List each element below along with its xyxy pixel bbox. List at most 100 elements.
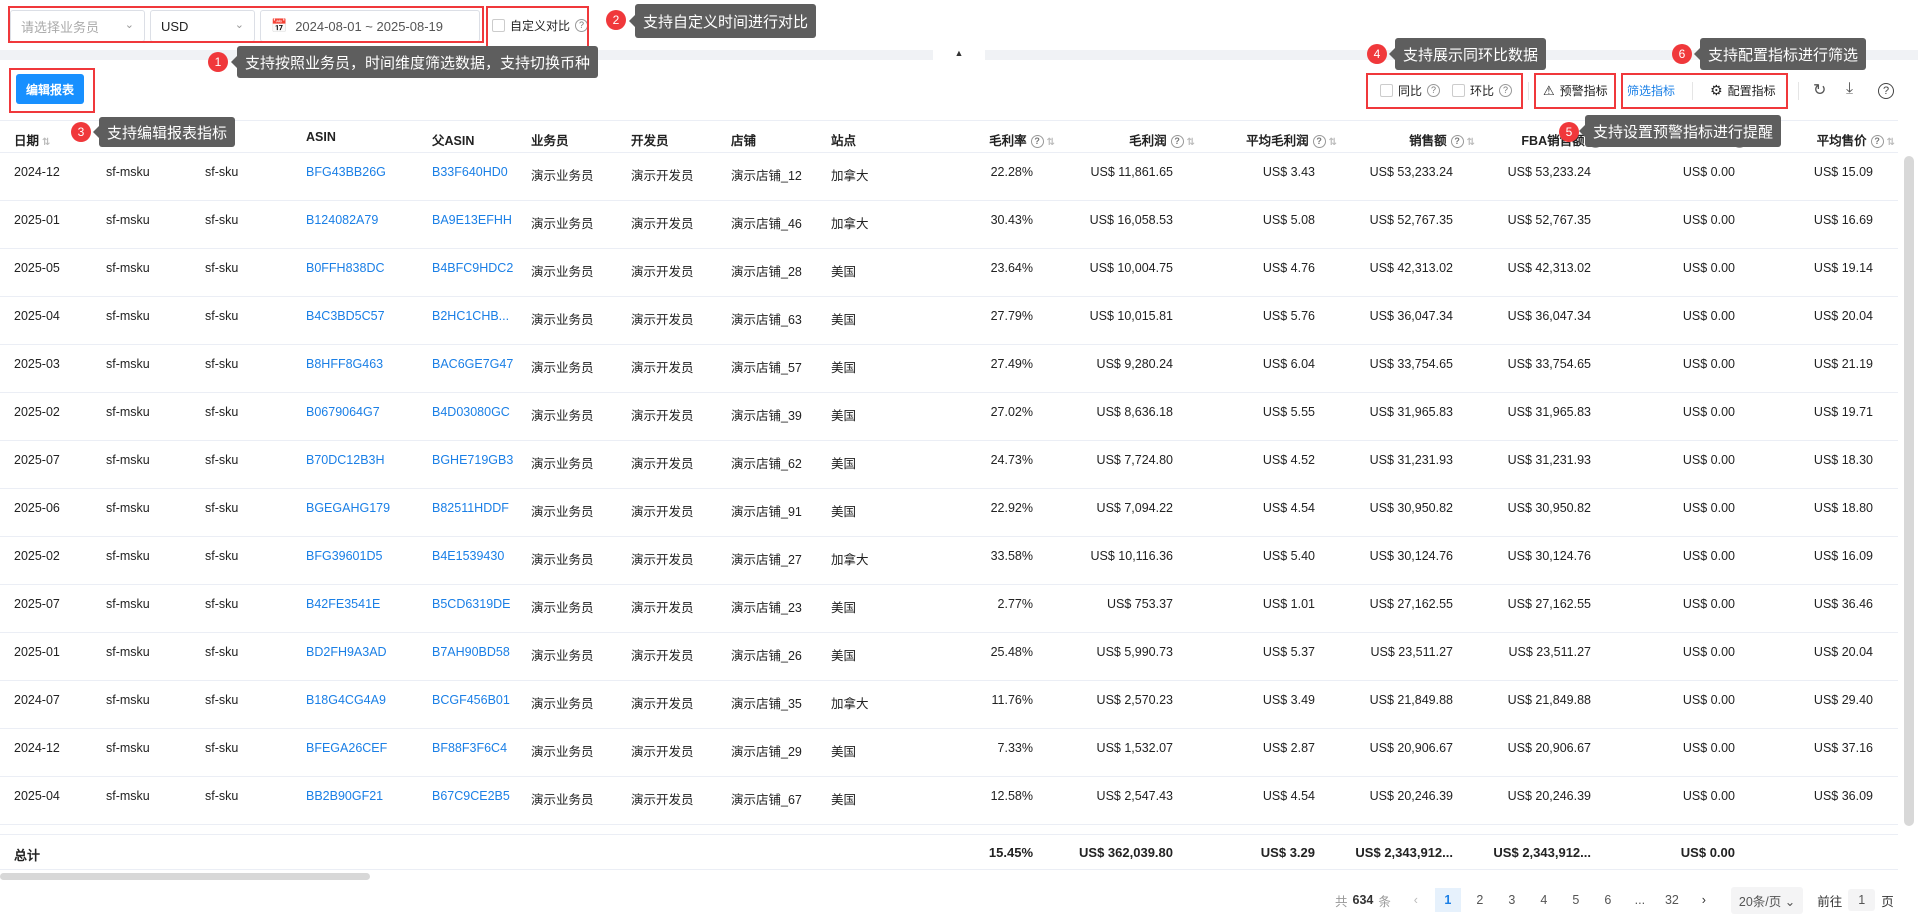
vertical-scrollbar[interactable] (1904, 156, 1914, 826)
total-gross-profit: US$ 362,039.80 (1079, 845, 1173, 860)
yoy-checkbox[interactable]: 同比? (1380, 82, 1441, 99)
config-metrics-button[interactable]: ⚙ 配置指标 (1710, 82, 1776, 99)
alert-metrics-button[interactable]: ⚠ 预警指标 (1543, 82, 1608, 99)
page-size-value: 20条/页 (1738, 894, 1782, 909)
cell-asin[interactable]: B4C3BD5C57 (306, 309, 420, 323)
cell-gross-margin: 22.28% (990, 165, 1033, 179)
page-button[interactable]: 2 (1467, 888, 1493, 912)
sort-icon[interactable]: ⇅ (1887, 137, 1895, 148)
cell-asin[interactable]: BD2FH9A3AD (306, 645, 420, 659)
help-icon[interactable]: ? (1870, 135, 1884, 149)
page-button[interactable]: ... (1627, 888, 1653, 912)
cell-fba-sales: US$ 20,906.67 (1507, 741, 1591, 755)
refresh-icon[interactable]: ↻ (1813, 80, 1826, 100)
help-icon[interactable]: ? (575, 19, 589, 32)
sort-icon[interactable]: ⇅ (1467, 137, 1475, 148)
cell-parent-asin[interactable]: B33F640HD0 (432, 165, 526, 179)
cell-parent-asin[interactable]: B82511HDDF (432, 501, 526, 515)
help-icon[interactable]: ? (1450, 135, 1464, 149)
date-range-picker[interactable]: 📅 2024-08-01 ~ 2025-08-19 (260, 10, 480, 42)
cell-asin[interactable]: BFEGA26CEF (306, 741, 420, 755)
cell-asin[interactable]: B70DC12B3H (306, 453, 420, 467)
prev-page-button[interactable]: ‹ (1403, 888, 1429, 912)
goto-page-input[interactable]: 1 (1848, 889, 1876, 911)
help-icon[interactable]: ? (1170, 135, 1184, 149)
cell-asin[interactable]: B18G4CG4A9 (306, 693, 420, 707)
cell-asin[interactable]: BB2B90GF21 (306, 789, 420, 803)
checkbox[interactable] (1452, 84, 1465, 97)
page-button[interactable]: 4 (1531, 888, 1557, 912)
cell-asin[interactable]: B0FFH838DC (306, 261, 420, 275)
cell-store: 演示店铺_26 (731, 649, 802, 663)
sort-icon[interactable]: ⇅ (1187, 137, 1195, 148)
cell-parent-asin[interactable]: BA9E13EFHH (432, 213, 526, 227)
custom-compare-checkbox[interactable]: 自定义对比? (492, 17, 589, 34)
column-header-label: 业务员 (531, 134, 569, 148)
cell-avg-price: US$ 37.16 (1813, 741, 1873, 755)
collapse-toggle[interactable]: ▲ (933, 46, 985, 60)
column-header-avg-gross-profit[interactable]: 平均毛利润? ⇅ (1200, 130, 1337, 149)
cell-asin[interactable]: BFG39601D5 (306, 549, 420, 563)
mom-checkbox[interactable]: 环比? (1452, 82, 1513, 99)
cell-asin[interactable]: B124082A79 (306, 213, 420, 227)
cell-asin[interactable]: B42FE3541E (306, 597, 420, 611)
cell-parent-asin[interactable]: B4BFC9HDC2 (432, 261, 526, 275)
help-icon[interactable]: ? (1427, 84, 1441, 97)
salesperson-select[interactable]: 请选择业务员 ⌄ (10, 10, 145, 42)
cell-asin[interactable]: B8HFF8G463 (306, 357, 420, 371)
cell-gross-profit: US$ 2,547.43 (1096, 789, 1173, 803)
sort-icon[interactable]: ⇅ (42, 137, 50, 148)
checkbox[interactable] (492, 19, 505, 32)
cell-date: 2025-05 (14, 261, 60, 275)
page-button[interactable]: 1 (1434, 888, 1461, 912)
cell-parent-asin[interactable]: B2HC1CHB... (432, 309, 526, 323)
download-icon[interactable]: ⤓ (1846, 80, 1853, 98)
cell-gross-profit: US$ 10,116.36 (1090, 549, 1173, 563)
edit-report-button[interactable]: 编辑报表 (16, 74, 84, 104)
cell-developer: 演示开发员 (631, 505, 694, 519)
sort-icon[interactable]: ⇅ (1329, 137, 1337, 148)
filter-metrics-link[interactable]: 筛选指标 (1627, 82, 1675, 99)
column-header-sales[interactable]: 销售额? ⇅ (1340, 130, 1475, 149)
cell-asin[interactable]: BFG43BB26G (306, 165, 420, 179)
help-icon[interactable]: ? (1030, 135, 1044, 149)
cell-sku: sf-sku (205, 789, 239, 803)
cell-parent-asin[interactable]: B67C9CE2B5 (432, 789, 526, 803)
cell-asin[interactable]: BGEGAHG179 (306, 501, 420, 515)
cell-avg-price: US$ 21.19 (1813, 357, 1873, 371)
cell-store: 演示店铺_23 (731, 601, 802, 615)
cell-parent-asin[interactable]: B4D03080GC (432, 405, 526, 419)
cell-parent-asin[interactable]: BF88F3F6C4 (432, 741, 526, 755)
page-button[interactable]: 6 (1595, 888, 1621, 912)
cell-sales: US$ 30,950.82 (1369, 501, 1453, 515)
help-icon[interactable]: ? (1312, 135, 1326, 149)
page-button[interactable]: 3 (1499, 888, 1525, 912)
currency-select[interactable]: USD ⌄ (150, 10, 255, 42)
cell-fba-sales: US$ 23,511.27 (1508, 645, 1591, 659)
page-button[interactable]: 32 (1659, 888, 1685, 912)
page-button[interactable]: 5 (1563, 888, 1589, 912)
cell-parent-asin[interactable]: BAC6GE7G47 (432, 357, 526, 371)
cell-parent-asin[interactable]: B5CD6319DE (432, 597, 526, 611)
sort-icon[interactable]: ⇅ (1047, 137, 1055, 148)
help-icon[interactable]: ? (1499, 84, 1513, 97)
cell-fba-sales: US$ 42,313.02 (1507, 261, 1591, 275)
cell-avg-price: US$ 20.04 (1813, 309, 1873, 323)
page-size-select[interactable]: 20条/页 ⌄ (1730, 886, 1804, 914)
checkbox[interactable] (1380, 84, 1393, 97)
next-page-button[interactable]: › (1691, 888, 1717, 912)
help-icon[interactable]: ? (1878, 82, 1894, 99)
horizontal-scrollbar[interactable] (0, 873, 370, 880)
cell-parent-asin[interactable]: B7AH90BD58 (432, 645, 526, 659)
cell-parent-asin[interactable]: B4E1539430 (432, 549, 526, 563)
cell-parent-asin[interactable]: BGHE719GB3 (432, 453, 526, 467)
column-header-gross-margin[interactable]: 毛利率? ⇅ (900, 130, 1055, 149)
cell-developer: 演示开发员 (631, 313, 694, 327)
cell-fba-sales: US$ 33,754.65 (1507, 357, 1591, 371)
alarm-icon: ⚠ (1543, 82, 1555, 98)
cell-asin[interactable]: B0679064G7 (306, 405, 420, 419)
total-suffix: 条 (1378, 894, 1391, 909)
column-header-gross-profit[interactable]: 毛利润? ⇅ (1060, 130, 1195, 149)
cell-parent-asin[interactable]: BCGF456B01 (432, 693, 526, 707)
table-row: 2025-02 sf-msku sf-sku B0679064G7 B4D03080GC… (0, 393, 1898, 441)
